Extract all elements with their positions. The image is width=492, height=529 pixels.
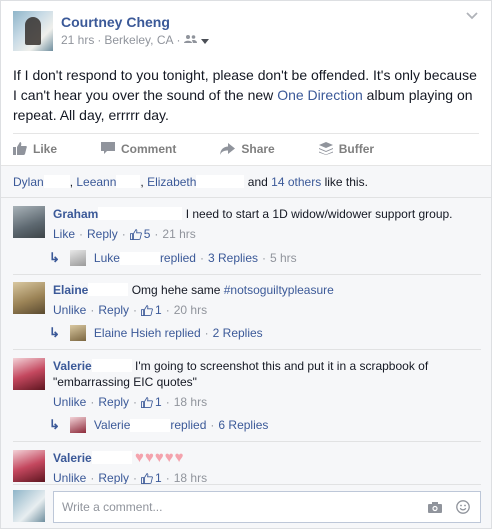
- replier-name[interactable]: Elaine Hsieh: [94, 326, 161, 340]
- comment-text: I need to start a 1D widow/widower suppo…: [185, 207, 453, 221]
- commenter-avatar[interactable]: [13, 450, 45, 482]
- replier-name[interactable]: Luke: [94, 251, 120, 265]
- comment-input[interactable]: Write a comment...: [53, 491, 481, 523]
- comments-section: Dylan, Leeann, Elizabeth and 14 others l…: [1, 165, 491, 528]
- author-name[interactable]: Courtney Cheng: [61, 14, 209, 30]
- one-direction-link[interactable]: One Direction: [277, 87, 363, 103]
- comment-like-count[interactable]: 5: [144, 226, 151, 242]
- comment-meta: Like · Reply · 5 · 21 hrs: [53, 226, 196, 242]
- action-bar: Like Comment Share Buffer: [13, 133, 479, 163]
- post-header: Courtney Cheng 21 hrs · Berkeley, CA ·: [13, 11, 209, 51]
- camera-icon[interactable]: [428, 501, 442, 516]
- friends-icon[interactable]: [183, 33, 198, 47]
- emoji-icon[interactable]: [456, 500, 470, 517]
- comment-reply-link[interactable]: Reply: [87, 226, 118, 242]
- comment-meta: Unlike · Reply · 1 · 18 hrs: [53, 394, 208, 410]
- comment-unlike-link[interactable]: Unlike: [53, 302, 86, 318]
- commenter-name[interactable]: Graham: [53, 207, 98, 221]
- comment-button[interactable]: Comment: [101, 142, 176, 156]
- thumbs-up-icon: [13, 142, 27, 155]
- likes-summary: Dylan, Leeann, Elizabeth and 14 others l…: [1, 166, 491, 198]
- replier-name[interactable]: Valerie: [94, 418, 130, 432]
- liker-name-3[interactable]: Elizabeth: [147, 175, 196, 189]
- audience-chevron-down-icon[interactable]: [200, 33, 209, 47]
- hashtag-link[interactable]: #notsoguiltypleasure: [224, 283, 334, 297]
- replies-link[interactable]: ↳ Luke replied · 3 Replies · 5 hrs: [49, 250, 297, 266]
- commenter-name[interactable]: Valerie: [53, 451, 92, 465]
- post-meta: 21 hrs · Berkeley, CA ·: [61, 33, 209, 47]
- comment-time[interactable]: 20 hrs: [174, 302, 207, 318]
- comment-unlike-link[interactable]: Unlike: [53, 394, 86, 410]
- post-location[interactable]: Berkeley, CA: [104, 33, 173, 47]
- post-body: If I don't respond to you tonight, pleas…: [13, 67, 477, 123]
- comment-like-count[interactable]: 1: [155, 394, 162, 410]
- commenter-avatar[interactable]: [13, 282, 45, 314]
- commenter-avatar[interactable]: [13, 206, 45, 238]
- replies-link[interactable]: ↳ Elaine Hsieh replied · 2 Replies: [49, 325, 263, 341]
- reply-arrow-icon: ↳: [49, 417, 60, 432]
- comment-reply-link[interactable]: Reply: [98, 394, 129, 410]
- author-avatar[interactable]: [13, 11, 53, 51]
- post-options-chevron-icon[interactable]: [465, 11, 479, 21]
- comment-icon: [101, 142, 116, 154]
- thumbs-up-icon: [141, 472, 153, 484]
- reply-arrow-icon: ↳: [49, 250, 60, 265]
- comment-like-count[interactable]: 1: [155, 302, 162, 318]
- comment-time[interactable]: 18 hrs: [174, 394, 207, 410]
- heart-emoji-icons: ♥♥♥♥♥: [135, 449, 185, 466]
- post-card: Courtney Cheng 21 hrs · Berkeley, CA · I…: [0, 0, 492, 529]
- commenter-avatar[interactable]: [13, 358, 45, 390]
- commenter-name[interactable]: Valerie: [53, 359, 92, 373]
- comment-composer: Write a comment...: [13, 490, 481, 524]
- comment-meta: Unlike · Reply · 1 · 20 hrs: [53, 302, 208, 318]
- reply-arrow-icon: ↳: [49, 325, 60, 340]
- comment-like-link[interactable]: Like: [53, 226, 75, 242]
- post-time[interactable]: 21 hrs: [61, 33, 94, 47]
- replier-avatar: [69, 325, 86, 341]
- thumbs-up-icon: [129, 228, 142, 240]
- comment-reply-link[interactable]: Reply: [98, 302, 129, 318]
- replies-link[interactable]: ↳ Valerie replied · 6 Replies: [49, 417, 268, 433]
- comment-time[interactable]: 21 hrs: [162, 226, 195, 242]
- replier-avatar: [69, 250, 86, 266]
- liker-name-2[interactable]: Leeann: [76, 175, 116, 189]
- liker-name-1[interactable]: Dylan: [13, 175, 44, 189]
- share-button[interactable]: Share: [220, 142, 275, 156]
- buffer-stack-icon: [318, 142, 333, 155]
- share-arrow-icon: [220, 142, 236, 155]
- comment-text: Omg hehe same: [131, 283, 224, 297]
- replier-avatar: [69, 417, 86, 433]
- others-link[interactable]: 14 others: [271, 175, 321, 189]
- thumbs-up-icon: [141, 396, 153, 408]
- commenter-name[interactable]: Elaine: [53, 283, 88, 297]
- buffer-button[interactable]: Buffer: [318, 142, 374, 156]
- thumbs-up-icon: [141, 304, 153, 316]
- viewer-avatar: [13, 490, 45, 522]
- like-button[interactable]: Like: [13, 142, 57, 156]
